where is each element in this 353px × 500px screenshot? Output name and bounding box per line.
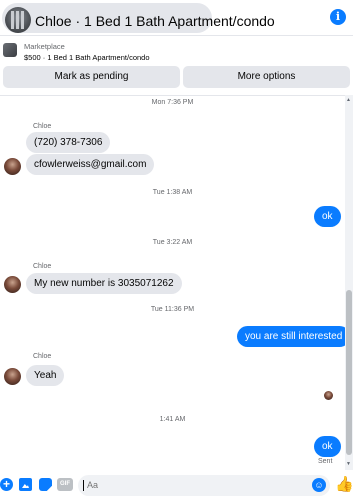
sender-name: Chloe — [33, 123, 52, 130]
scroll-down-arrow[interactable]: ▼ — [346, 461, 351, 467]
listing-price-title[interactable]: $500 · 1 Bed 1 Bath Apartment/condo — [24, 53, 150, 62]
thumbs-up-icon[interactable]: 👍 — [335, 475, 353, 493]
outgoing-message[interactable]: ok — [314, 206, 341, 227]
thread-scrollbar[interactable]: ▲ ▼ — [345, 95, 353, 470]
gif-icon[interactable]: GIF — [57, 478, 73, 491]
incoming-message[interactable]: (720) 378-7306 — [26, 132, 111, 153]
sent-status: Sent — [318, 458, 333, 465]
timestamp: Tue 1:38 AM — [152, 189, 193, 196]
sticker-icon[interactable] — [39, 478, 52, 491]
composer: + GIF ☺ 👍 — [0, 471, 353, 500]
sender-avatar[interactable] — [4, 276, 21, 293]
sender-name: Chloe — [33, 263, 52, 270]
message-input-box[interactable]: ☺ — [78, 475, 330, 496]
conversation-title: Chloe · 1 Bed 1 Bath Apartment/condo — [35, 13, 275, 29]
outgoing-message[interactable]: you are still interested — [237, 326, 345, 347]
photo-icon[interactable] — [19, 478, 32, 491]
timestamp: 1:41 AM — [159, 416, 186, 423]
mark-as-pending-button[interactable]: Mark as pending — [3, 66, 180, 88]
outgoing-message[interactable]: ok — [314, 436, 341, 457]
seen-avatar — [324, 391, 333, 400]
avatar-icon — [5, 7, 31, 33]
emoji-icon[interactable]: ☺ — [312, 478, 326, 492]
plus-icon[interactable]: + — [0, 478, 13, 491]
listing-thumbnail[interactable] — [3, 43, 17, 57]
sender-avatar[interactable] — [4, 368, 21, 385]
more-options-button[interactable]: More options — [183, 66, 350, 88]
message-input[interactable] — [87, 480, 287, 490]
sender-name: Chloe — [33, 353, 52, 360]
scrollbar-thumb[interactable] — [346, 290, 352, 455]
scroll-up-arrow[interactable]: ▲ — [346, 97, 351, 103]
timestamp: Mon 7:36 PM — [151, 99, 194, 106]
marketplace-label: Marketplace — [24, 42, 65, 51]
text-caret — [83, 480, 84, 491]
conversation-header: Chloe · 1 Bed 1 Bath Apartment/condo i — [0, 0, 353, 36]
incoming-message[interactable]: cfowlerweiss@gmail.com — [26, 154, 155, 175]
sender-avatar[interactable] — [4, 158, 21, 175]
timestamp: Tue 11:36 PM — [150, 306, 195, 313]
message-thread: Mon 7:36 PM Chloe (720) 378-7306 cfowler… — [0, 95, 345, 470]
incoming-message[interactable]: Yeah — [26, 365, 65, 386]
info-icon[interactable]: i — [330, 9, 346, 25]
incoming-message[interactable]: My new number is 3035071262 — [26, 273, 182, 294]
conversation-title-button[interactable]: Chloe · 1 Bed 1 Bath Apartment/condo — [2, 3, 275, 33]
timestamp: Tue 3:22 AM — [152, 239, 193, 246]
